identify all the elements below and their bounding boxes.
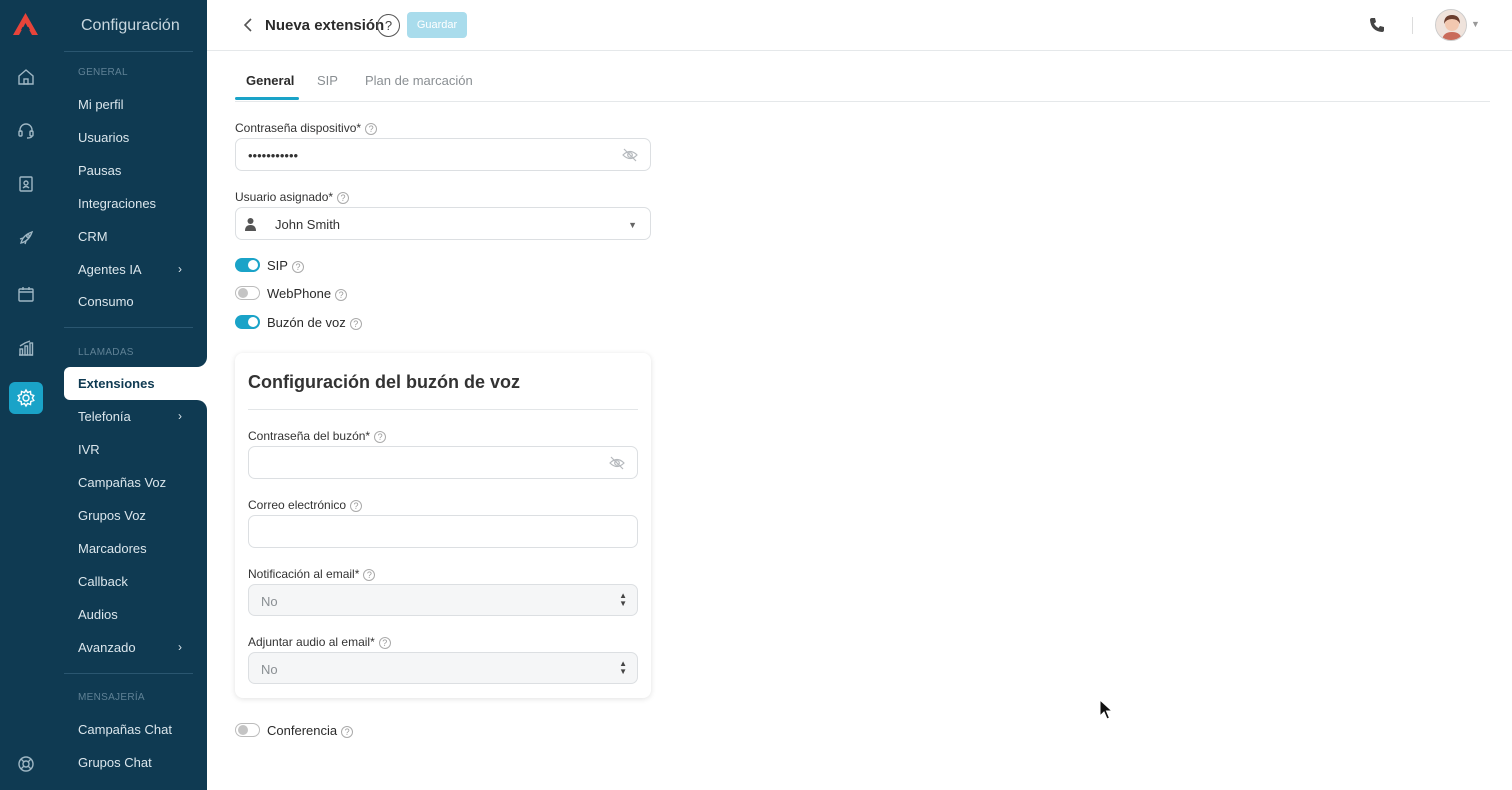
chevron-right-icon: › [178,640,182,654]
tab-sip[interactable]: SIP [317,73,338,88]
section-mensajeria: MENSAJERÍA [78,692,145,703]
assigned-user-label: Usuario asignado*? [235,190,350,204]
sort-arrows-icon: ▲ ▼ [619,591,627,608]
device-password-field[interactable]: ••••••••••• [235,138,651,171]
conference-toggle[interactable] [235,723,260,737]
sip-toggle-label: SIP? [267,258,304,273]
chevron-down-icon[interactable]: ▼ [1471,19,1480,29]
attach-audio-select[interactable]: No ▲ ▼ [248,652,638,684]
card-divider [248,409,638,410]
logo-icon[interactable] [12,12,39,36]
sidebar-item-label: Extensiones [78,376,155,391]
device-password-value: ••••••••••• [248,148,299,163]
sidebar-item-campanas-voz[interactable]: Campañas Voz [78,475,182,490]
assigned-user-value: John Smith [275,217,341,232]
tab-plan-de-marcacion[interactable]: Plan de marcación [365,73,473,88]
help-icon[interactable]: ? [363,569,376,581]
help-icon[interactable]: ? [378,637,391,649]
sidebar-item-avanzado[interactable]: Avanzado › [78,640,182,655]
conference-toggle-label: Conferencia? [267,723,354,738]
attach-audio-label: Adjuntar audio al email*? [248,635,391,649]
voicemail-settings-card: Configuración del buzón de voz Contraseñ… [235,353,651,698]
email-label: Correo electrónico? [248,498,363,512]
help-icon[interactable]: ? [341,726,354,738]
email-notification-label: Notificación al email*? [248,567,376,581]
webphone-toggle[interactable] [235,286,260,300]
sidebar-item-extensiones[interactable]: Extensiones [64,367,207,400]
phone-icon[interactable] [1368,16,1386,34]
sidebar-item-integraciones[interactable]: Integraciones [78,196,182,211]
sidebar-item-grupos-chat[interactable]: Grupos Chat [78,755,182,770]
help-icon[interactable]: ? [374,431,387,443]
section-llamadas: LLAMADAS [78,347,134,358]
chevron-right-icon: › [178,262,182,276]
chevron-right-icon: › [178,409,182,423]
mouse-cursor-icon [1099,699,1113,720]
home-icon[interactable] [11,62,41,92]
sidebar-title: Configuración [81,17,180,34]
sidebar-item-ivr[interactable]: IVR [78,442,182,457]
sip-toggle[interactable] [235,258,260,272]
help-icon[interactable]: ? [291,261,304,273]
sidebar-item-grupos-voz[interactable]: Grupos Voz [78,508,182,523]
page-title: Nueva extensión [265,17,385,34]
sidebar-item-pausas[interactable]: Pausas [78,163,182,178]
tab-bar: General SIP Plan de marcación [235,68,1490,102]
eye-off-icon[interactable] [609,456,625,470]
settings-sidebar: Configuración GENERAL Mi perfil Usuarios… [50,0,207,790]
tab-general[interactable]: General [246,73,294,88]
header-divider [1412,17,1413,34]
voicemail-password-field[interactable] [248,446,638,479]
help-icon[interactable]: ? [377,14,400,37]
assigned-user-select[interactable]: John Smith ▼ [235,207,651,240]
sidebar-divider [64,327,193,328]
sidebar-item-label: Agentes IA [78,262,142,277]
rocket-icon[interactable] [11,223,41,253]
sidebar-item-usuarios[interactable]: Usuarios [78,130,182,145]
active-tab-indicator [235,97,299,100]
voicemail-card-title: Configuración del buzón de voz [248,372,520,392]
top-header: Nueva extensión ? Guardar ▼ [207,0,1512,51]
user-icon [245,218,256,231]
sidebar-item-consumo[interactable]: Consumo [78,294,182,309]
sidebar-item-callback[interactable]: Callback [78,574,182,589]
settings-icon[interactable] [9,382,43,414]
contact-book-icon[interactable] [11,169,41,199]
sidebar-item-crm[interactable]: CRM [78,229,182,244]
save-button[interactable]: Guardar [407,12,467,38]
voicemail-toggle[interactable] [235,315,260,329]
sidebar-divider [64,51,193,52]
voicemail-password-label: Contraseña del buzón*? [248,429,387,443]
sidebar-item-campanas-chat[interactable]: Campañas Chat [78,722,182,737]
sidebar-item-label: Telefonía [78,409,131,424]
eye-off-icon[interactable] [622,148,638,162]
sidebar-item-telefonia[interactable]: Telefonía › [78,409,182,424]
webphone-toggle-label: WebPhone? [267,286,348,301]
sidebar-item-marcadores[interactable]: Marcadores [78,541,182,556]
section-general: GENERAL [78,67,128,78]
voicemail-toggle-label: Buzón de voz? [267,315,362,330]
analytics-icon[interactable] [11,333,41,363]
chevron-down-icon: ▼ [628,220,637,230]
support-icon[interactable] [11,749,41,779]
email-notification-select[interactable]: No ▲ ▼ [248,584,638,616]
sidebar-item-audios[interactable]: Audios [78,607,182,622]
sort-arrows-icon: ▲ ▼ [619,659,627,676]
sidebar-item-label: Avanzado [78,640,136,655]
help-icon[interactable]: ? [335,289,348,301]
device-password-label: Contraseña dispositivo*? [235,121,378,135]
calendar-icon[interactable] [11,279,41,309]
help-icon[interactable]: ? [337,192,350,204]
icon-rail [0,0,50,790]
sidebar-item-mi-perfil[interactable]: Mi perfil [78,97,182,112]
help-icon[interactable]: ? [349,318,362,330]
back-arrow-icon[interactable] [241,15,255,35]
avatar[interactable] [1435,9,1467,41]
sidebar-divider [64,673,193,674]
sidebar-item-agentes-ia[interactable]: Agentes IA › [78,262,182,277]
email-field[interactable] [248,515,638,548]
help-icon[interactable]: ? [350,500,363,512]
help-icon[interactable]: ? [365,123,378,135]
headset-icon[interactable] [11,115,41,145]
